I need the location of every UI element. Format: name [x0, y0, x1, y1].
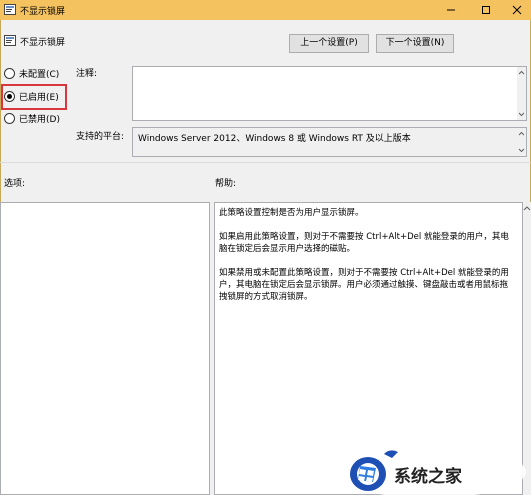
- help-paragraph: 如果启用此策略设置，则对于不需要按 Ctrl+Alt+Del 就能登录的用户，其…: [219, 232, 509, 254]
- radio-label: 未配置(C): [19, 70, 60, 80]
- policy-title: 不显示锁屏: [20, 38, 66, 48]
- watermark: 系统之家: [334, 438, 531, 495]
- scroll-up-icon[interactable]: [518, 69, 525, 77]
- watermark-text: 系统之家: [394, 466, 462, 487]
- comment-textarea[interactable]: [132, 66, 527, 121]
- radio-button[interactable]: [4, 68, 15, 79]
- help-paragraph: 如果禁用或未配置此策略设置，则对于不需要按 Ctrl+Alt+Del 就能登录的…: [219, 268, 509, 302]
- radio-label: 已禁用(D): [19, 115, 60, 125]
- title-bar: 不显示锁屏: [0, 0, 531, 20]
- options-pane: [0, 202, 210, 495]
- close-button[interactable]: [507, 2, 527, 17]
- section-divider: [0, 162, 531, 163]
- comment-label: 注释:: [76, 69, 98, 79]
- policy-icon: [4, 35, 16, 46]
- platform-scrollbar[interactable]: [517, 128, 526, 156]
- minimize-button[interactable]: [441, 2, 461, 17]
- options-label: 选项:: [4, 179, 26, 189]
- scroll-down-icon[interactable]: [518, 110, 525, 118]
- scroll-up-icon[interactable]: [523, 205, 531, 213]
- scroll-down-icon[interactable]: [518, 146, 525, 154]
- highlight-annotation: [1, 84, 67, 110]
- comment-scrollbar[interactable]: [517, 67, 526, 120]
- platform-value: Windows Server 2012、Windows 8 或 Windows …: [138, 134, 411, 144]
- maximize-button[interactable]: [476, 2, 496, 17]
- next-setting-button[interactable]: 下一个设置(N): [376, 34, 454, 53]
- radio-button[interactable]: [4, 113, 15, 124]
- help-paragraph: 此策略设置控制是否为用户显示锁屏。: [219, 208, 364, 218]
- platform-field: Windows Server 2012、Windows 8 或 Windows …: [132, 127, 527, 157]
- help-text: 此策略设置控制是否为用户显示锁屏。 如果启用此策略设置，则对于不需要按 Ctrl…: [219, 207, 516, 315]
- scroll-up-icon[interactable]: [518, 130, 525, 138]
- policy-icon: [4, 4, 16, 15]
- previous-setting-button[interactable]: 上一个设置(P): [289, 34, 369, 53]
- window-title: 不显示锁屏: [20, 7, 66, 17]
- platform-label: 支持的平台:: [76, 132, 125, 142]
- watermark-logo: 系统之家: [334, 446, 526, 495]
- help-label: 帮助:: [215, 179, 237, 189]
